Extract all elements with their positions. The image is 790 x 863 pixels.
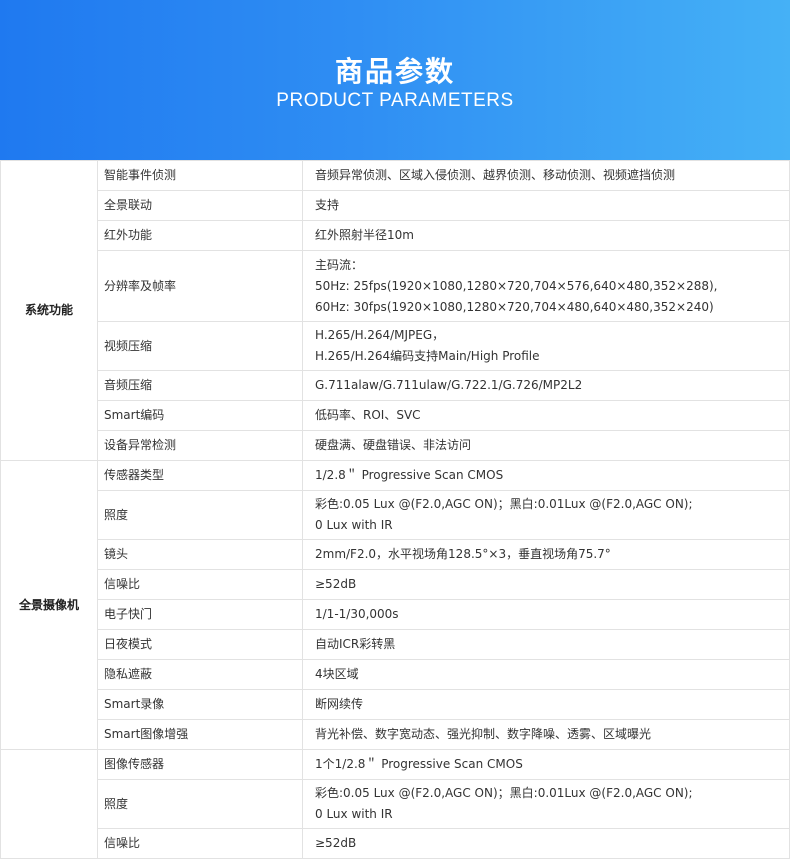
param-name: 信噪比 [97, 569, 303, 600]
table-row: 视频压缩 H.265/H.264/MJPEG， H.265/H.264编码支持Mai… [1, 321, 790, 371]
param-value-line: 背光补偿、数字宽动态、强光抑制、数字降噪、透雾、区域曝光 [315, 727, 652, 741]
param-value-line: 音频异常侦测、区域入侵侦测、越界侦测、移动侦测、视频遮挡侦测 [315, 168, 676, 182]
param-value-line: 4块区域 [315, 667, 359, 681]
table-row: 电子快门 1/1-1/30,000s [1, 599, 790, 630]
param-value: 1/1-1/30,000s [302, 599, 790, 630]
table-row: 系统功能 智能事件侦测 音频异常侦测、区域入侵侦测、越界侦测、移动侦测、视频遮挡侦测 [0, 160, 790, 461]
param-value: 背光补偿、数字宽动态、强光抑制、数字降噪、透雾、区域曝光 [302, 719, 790, 750]
param-value-line: ≥52dB [315, 577, 357, 591]
group-name [0, 749, 98, 859]
param-value: 支持 [302, 190, 790, 221]
param-value: 低码率、ROI、SVC [302, 400, 790, 431]
param-name: Smart编码 [97, 400, 303, 431]
header-banner: 商品参数 PRODUCT PARAMETERS [0, 0, 790, 160]
param-name: 红外功能 [97, 220, 303, 251]
param-name: 信噪比 [97, 828, 303, 859]
param-value-line: 1/1-1/30,000s [315, 607, 399, 621]
table-row: 红外功能 红外照射半径10m [1, 220, 790, 251]
param-name: 图像传感器 [97, 749, 303, 780]
table-row: 设备异常检测 硬盘满、硬盘错误、非法访问 [1, 430, 790, 461]
table-row: 信噪比 ≥52dB [1, 828, 790, 859]
param-value-line: 2mm/F2.0，水平视场角128.5°×3，垂直视场角75.7° [315, 547, 611, 561]
param-value: G.711alaw/G.711ulaw/G.722.1/G.726/MP2L2 [302, 370, 790, 401]
param-value-line: 硬盘满、硬盘错误、非法访问 [315, 438, 472, 452]
param-value-line: 自动ICR彩转黑 [315, 637, 396, 651]
param-name: Smart录像 [97, 689, 303, 720]
param-value-line: 支持 [315, 198, 340, 212]
table-row: 全景联动 支持 [1, 190, 790, 221]
table-row: 信噪比 ≥52dB [1, 569, 790, 600]
table-row: 图像传感器 1个1/2.8＂ Progressive Scan CMOS [0, 749, 790, 859]
param-name: 音频压缩 [97, 370, 303, 401]
param-value-line: 0 Lux with IR [315, 807, 393, 821]
parameters-table: 系统功能 智能事件侦测 音频异常侦测、区域入侵侦测、越界侦测、移动侦测、视频遮挡侦测… [0, 160, 790, 859]
table-row: 全景摄像机 传感器类型 1/2.8＂ Progressive Scan CMOS [0, 460, 790, 750]
param-value-line: 0 Lux with IR [315, 518, 393, 532]
param-value-line: 1/2.8＂ Progressive Scan CMOS [315, 468, 504, 482]
param-name: 设备异常检测 [97, 430, 303, 461]
param-value-line: 50Hz: 25fps(1920×1080,1280×720,704×576,6… [315, 278, 718, 293]
param-value-line: 主码流： [315, 257, 364, 272]
param-name: 隐私遮蔽 [97, 659, 303, 690]
table-row: 镜头 2mm/F2.0，水平视场角128.5°×3，垂直视场角75.7° [1, 539, 790, 570]
param-name: 电子快门 [97, 599, 303, 630]
group-name: 系统功能 [0, 160, 98, 461]
table-row: 照度 彩色:0.05 Lux @(F2.0,AGC ON)；黑白:0.01Lux … [1, 779, 790, 829]
table-row: Smart录像 断网续传 [1, 689, 790, 720]
page-title: 商品参数 [334, 55, 455, 88]
param-value: 主码流： 50Hz: 25fps(1920×1080,1280×720,704×5… [302, 250, 790, 322]
param-value-line: H.265/H.264/MJPEG， [315, 328, 445, 342]
param-value: 自动ICR彩转黑 [302, 629, 790, 660]
param-name: 全景联动 [97, 190, 303, 221]
param-value-line: 1个1/2.8＂ Progressive Scan CMOS [315, 757, 523, 771]
param-value: 红外照射半径10m [302, 220, 790, 251]
param-value: 音频异常侦测、区域入侵侦测、越界侦测、移动侦测、视频遮挡侦测 [302, 160, 790, 191]
param-name: 照度 [97, 779, 303, 829]
param-value-line: 低码率、ROI、SVC [315, 408, 421, 422]
page-subtitle: PRODUCT PARAMETERS [276, 90, 514, 111]
param-value-line: 彩色:0.05 Lux @(F2.0,AGC ON)；黑白:0.01Lux @(… [315, 497, 693, 511]
param-value: ≥52dB [302, 569, 790, 600]
param-name: 智能事件侦测 [97, 160, 303, 191]
param-name: 镜头 [97, 539, 303, 570]
param-value-line: 60Hz: 30fps(1920×1080,1280×720,704×480,6… [315, 299, 714, 314]
table-row: 分辨率及帧率 主码流： 50Hz: 25fps(1920×1080,1280×720… [1, 250, 790, 322]
param-value-line: 断网续传 [315, 697, 364, 711]
table-row: Smart编码 低码率、ROI、SVC [1, 400, 790, 431]
param-value: 硬盘满、硬盘错误、非法访问 [302, 430, 790, 461]
param-value: H.265/H.264/MJPEG， H.265/H.264编码支持Main/Hi… [302, 321, 790, 371]
param-value-line: H.265/H.264编码支持Main/High Profile [315, 349, 540, 363]
param-value-line: G.711alaw/G.711ulaw/G.722.1/G.726/MP2L2 [315, 378, 583, 392]
param-name: 视频压缩 [97, 321, 303, 371]
param-name: 日夜模式 [97, 629, 303, 660]
param-name: Smart图像增强 [97, 719, 303, 750]
table-row: 照度 彩色:0.05 Lux @(F2.0,AGC ON)；黑白:0.01Lux … [1, 490, 790, 540]
param-value: ≥52dB [302, 828, 790, 859]
param-value: 4块区域 [302, 659, 790, 690]
table-row: 日夜模式 自动ICR彩转黑 [1, 629, 790, 660]
group-name: 全景摄像机 [0, 460, 98, 750]
param-name: 分辨率及帧率 [97, 250, 303, 322]
param-value: 1个1/2.8＂ Progressive Scan CMOS [302, 749, 790, 780]
param-value: 2mm/F2.0，水平视场角128.5°×3，垂直视场角75.7° [302, 539, 790, 570]
param-name: 传感器类型 [97, 460, 303, 491]
param-value-line: ≥52dB [315, 836, 357, 850]
param-value-line: 红外照射半径10m [315, 228, 414, 242]
table-row: Smart图像增强 背光补偿、数字宽动态、强光抑制、数字降噪、透雾、区域曝光 [1, 719, 790, 750]
table-row: 音频压缩 G.711alaw/G.711ulaw/G.722.1/G.726/MP… [1, 370, 790, 401]
param-value: 1/2.8＂ Progressive Scan CMOS [302, 460, 790, 491]
param-value: 断网续传 [302, 689, 790, 720]
param-value: 彩色:0.05 Lux @(F2.0,AGC ON)；黑白:0.01Lux @(… [302, 490, 790, 540]
param-value-line: 彩色:0.05 Lux @(F2.0,AGC ON)；黑白:0.01Lux @(… [315, 786, 693, 800]
param-name: 照度 [97, 490, 303, 540]
param-value: 彩色:0.05 Lux @(F2.0,AGC ON)；黑白:0.01Lux @(… [302, 779, 790, 829]
table-row: 隐私遮蔽 4块区域 [1, 659, 790, 690]
